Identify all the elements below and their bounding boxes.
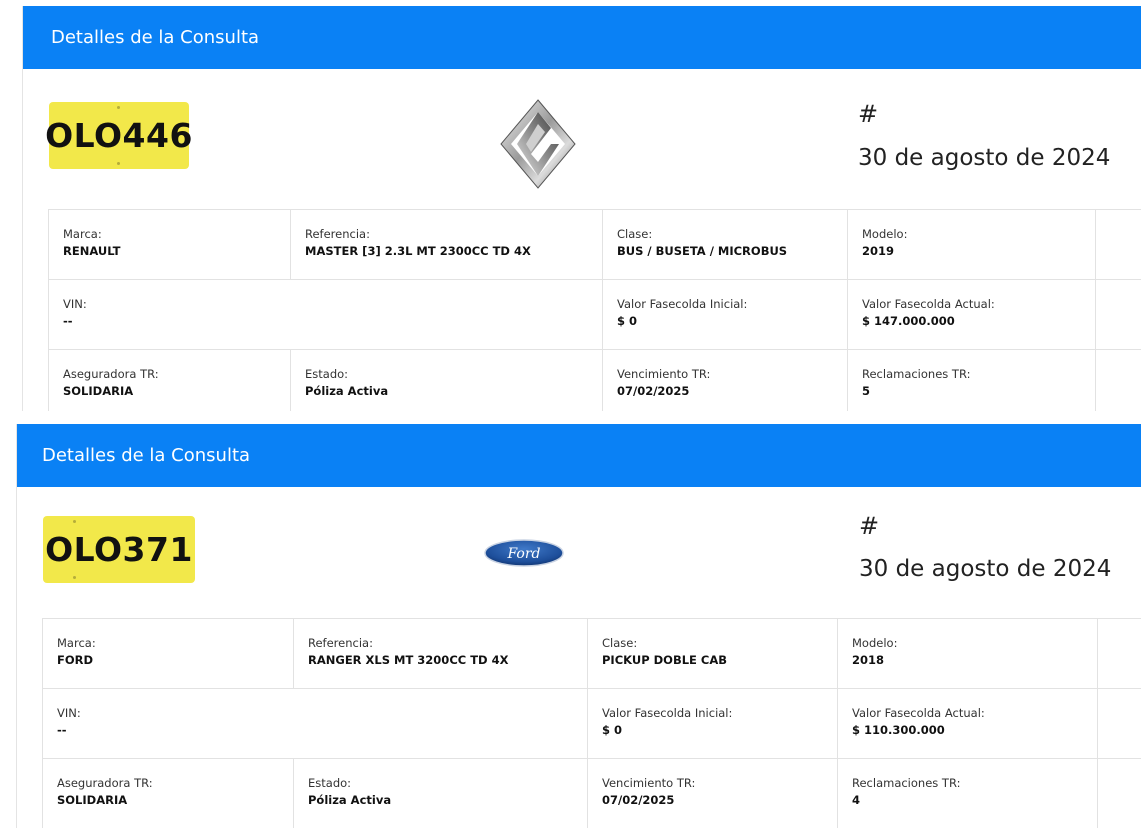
card-header: Detalles de la Consulta: [17, 424, 1141, 487]
table-row: Marca: RENAULT Referencia: MASTER [3] 2.…: [49, 210, 1141, 280]
table-row: Marca: FORD Referencia: RANGER XLS MT 32…: [43, 619, 1141, 689]
cell-vin: VIN: --: [49, 280, 603, 350]
cell-aseguradora: Aseguradora TR: SOLIDARIA: [49, 350, 291, 411]
cell-fasecolda-actual: Valor Fasecolda Actual: $ 147.000.000: [848, 280, 1096, 350]
cell-aseguradora: Aseguradora TR: SOLIDARIA: [43, 759, 294, 828]
plate-number: OLO371: [45, 530, 193, 569]
cell-modelo: Modelo: 2019: [848, 210, 1096, 280]
cell-clase: Clase: BUS / BUSETA / MICROBUS: [603, 210, 848, 280]
cell-fasecolda-actual: Valor Fasecolda Actual: $ 110.300.000: [838, 689, 1098, 759]
table-row: Aseguradora TR: SOLIDARIA Estado: Póliza…: [49, 350, 1141, 411]
vehicle-details-table: Marca: RENAULT Referencia: MASTER [3] 2.…: [48, 209, 1141, 411]
card-title: Detalles de la Consulta: [51, 27, 260, 48]
cell-reclamaciones: Reclamaciones TR: 5: [848, 350, 1096, 411]
consulta-date: 30 de agosto de 2024: [858, 145, 1111, 171]
cell-fasecolda-inicial: Valor Fasecolda Inicial: $ 0: [603, 280, 848, 350]
cell-estado: Estado: Póliza Activa: [291, 350, 603, 411]
consulta-date: 30 de agosto de 2024: [859, 556, 1112, 582]
license-plate: OLO446: [45, 102, 192, 169]
plate-bolt-icon: [117, 162, 120, 165]
renault-logo-icon: [499, 98, 577, 190]
plate-number: OLO446: [45, 116, 193, 155]
ford-logo-text: Ford: [506, 546, 540, 562]
vehicle-details-table: Marca: FORD Referencia: RANGER XLS MT 32…: [42, 618, 1141, 828]
plate-bolt-icon: [73, 576, 76, 579]
cell-referencia: Referencia: MASTER [3] 2.3L MT 2300CC TD…: [291, 210, 603, 280]
plate-bolt-icon: [73, 520, 76, 523]
ford-logo-icon: Ford: [483, 538, 565, 568]
cell-vencimiento: Vencimiento TR: 07/02/2025: [603, 350, 848, 411]
cell-vin: VIN: --: [43, 689, 588, 759]
cell-modelo: Modelo: 2018: [838, 619, 1098, 689]
consulta-card-ford: Detalles de la Consulta OLO371 Ford # 30…: [16, 424, 1141, 828]
consulta-number: #: [859, 512, 880, 540]
cell-fasecolda-inicial: Valor Fasecolda Inicial: $ 0: [588, 689, 838, 759]
table-row: Aseguradora TR: SOLIDARIA Estado: Póliza…: [43, 759, 1141, 828]
license-plate: OLO371: [43, 516, 195, 583]
table-row: VIN: -- Valor Fasecolda Inicial: $ 0 Val…: [49, 280, 1141, 350]
table-row: VIN: -- Valor Fasecolda Inicial: $ 0 Val…: [43, 689, 1141, 759]
cell-marca: Marca: FORD: [43, 619, 294, 689]
consulta-number: #: [858, 100, 879, 128]
cell-vencimiento: Vencimiento TR: 07/02/2025: [588, 759, 838, 828]
cell-marca: Marca: RENAULT: [49, 210, 291, 280]
cell-estado: Estado: Póliza Activa: [294, 759, 588, 828]
card-title: Detalles de la Consulta: [42, 445, 251, 466]
consulta-card-renault: Detalles de la Consulta OLO446 # 30 de a…: [22, 6, 1141, 411]
plate-bolt-icon: [117, 106, 120, 109]
card-header: Detalles de la Consulta: [23, 6, 1141, 69]
cell-clase: Clase: PICKUP DOBLE CAB: [588, 619, 838, 689]
cell-reclamaciones: Reclamaciones TR: 4: [838, 759, 1098, 828]
cell-referencia: Referencia: RANGER XLS MT 3200CC TD 4X: [294, 619, 588, 689]
